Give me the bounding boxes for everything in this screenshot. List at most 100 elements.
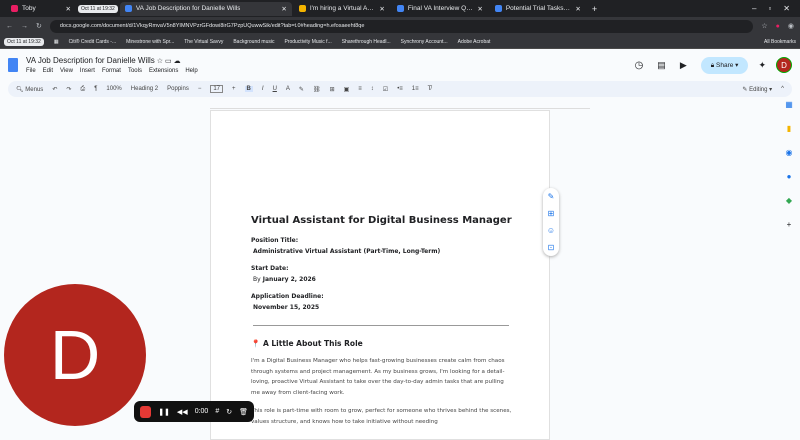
close-tab-icon[interactable]: ✕	[281, 5, 286, 13]
pause-icon[interactable]: ❚❚	[158, 408, 170, 416]
tab-interview-questions[interactable]: Final VA Interview Questions -✕	[392, 2, 488, 16]
image-icon[interactable]: ▣	[344, 86, 350, 93]
extensions-icon[interactable]: ●	[776, 23, 780, 30]
grid-icon[interactable]: #	[215, 408, 219, 415]
suggest-edits-icon[interactable]: ⊡	[548, 243, 555, 252]
font-select[interactable]: Poppins	[167, 86, 189, 92]
add-addon-icon[interactable]: +	[787, 220, 792, 229]
line-spacing-icon[interactable]: ↕	[371, 86, 374, 92]
text-color-icon[interactable]: A	[286, 86, 290, 92]
delete-icon[interactable]: 🗑︎	[239, 408, 248, 416]
share-button[interactable]: 🔒︎ Share ▾	[700, 56, 749, 74]
calendar-icon[interactable]: ▦	[785, 100, 793, 109]
editing-mode-label: Editing	[749, 86, 768, 93]
close-tab-icon[interactable]: ✕	[477, 5, 482, 13]
address-bar: ← → ↻ docs.google.com/document/d/1VkqyRmva…	[0, 17, 800, 35]
decrease-font-icon[interactable]: −	[198, 86, 202, 92]
restart-icon[interactable]: ↻	[226, 408, 232, 416]
menu-help[interactable]: Help	[185, 68, 197, 74]
menu-tools[interactable]: Tools	[128, 68, 142, 74]
tab-hiring-va[interactable]: I'm hiring a Virtual Assistant✕	[294, 2, 390, 16]
close-tab-icon[interactable]: ✕	[575, 5, 580, 13]
tab-toby[interactable]: Toby ✕	[6, 2, 76, 16]
increase-font-icon[interactable]: +	[232, 86, 236, 92]
back-icon[interactable]: ←	[6, 23, 13, 30]
move-folder-icon[interactable]: ▭	[165, 58, 172, 65]
document-page[interactable]: Virtual Assistant for Digital Business M…	[210, 110, 550, 440]
ruler[interactable]	[210, 99, 590, 109]
comments-icon[interactable]: ▤	[657, 60, 666, 71]
link-icon[interactable]: ⛓	[313, 86, 321, 93]
bookmark-item[interactable]: Minestrone with Spr...	[126, 39, 174, 45]
rewind-icon[interactable]: ◀◀	[177, 408, 188, 416]
italic-icon[interactable]: I	[262, 86, 264, 92]
menus-search[interactable]: 🔍︎ Menus	[16, 86, 43, 93]
add-comment-icon[interactable]: ⊞	[548, 209, 555, 218]
print-icon[interactable]: ⎙	[80, 86, 85, 93]
menu-view[interactable]: View	[60, 68, 73, 74]
numbered-list-icon[interactable]: 1≡	[412, 86, 419, 92]
url-input[interactable]: docs.google.com/document/d/1VkqyRmvaV5n8…	[49, 19, 754, 33]
menu-insert[interactable]: Insert	[80, 68, 95, 74]
apps-icon[interactable]: ▦	[54, 39, 59, 45]
clear-format-icon[interactable]: T̸	[428, 86, 432, 92]
paint-format-icon[interactable]: ¶	[94, 86, 97, 92]
docs-logo-icon[interactable]	[8, 58, 18, 72]
align-icon[interactable]: ≡	[358, 86, 362, 92]
bookmark-item[interactable]: Sharethrough Headl...	[342, 39, 391, 45]
keep-icon[interactable]: ▮	[787, 124, 791, 133]
gemini-icon[interactable]: ✦	[758, 60, 766, 71]
close-tab-icon[interactable]: ✕	[66, 5, 71, 13]
new-tab-button[interactable]: +	[588, 4, 601, 14]
tasks-icon[interactable]: ◉	[786, 148, 793, 157]
tab-label: I'm hiring a Virtual Assistant	[309, 5, 376, 12]
redo-icon[interactable]: ↷	[66, 86, 71, 93]
section-title: A Little About This Role	[262, 339, 363, 348]
bookmark-item[interactable]: Background music	[233, 39, 274, 45]
meet-icon[interactable]: ▶	[680, 60, 687, 71]
menu-extensions[interactable]: Extensions	[149, 68, 178, 74]
restore-icon[interactable]: ▫	[768, 4, 771, 13]
bookmark-item[interactable]: Adobe Acrobat	[458, 39, 491, 45]
star-icon[interactable]: ☆	[157, 58, 163, 65]
bookmark-item[interactable]: Synchrony Account...	[401, 39, 448, 45]
version-history-icon[interactable]: ◷	[635, 60, 644, 71]
underline-icon[interactable]: U	[273, 86, 277, 92]
comment-icon[interactable]: ⊞	[330, 86, 335, 93]
all-bookmarks[interactable]: All Bookmarks	[764, 39, 796, 45]
start-date-prefix: By	[253, 276, 261, 283]
undo-icon[interactable]: ↶	[52, 86, 57, 93]
minimize-icon[interactable]: –	[752, 4, 756, 13]
editing-mode-select[interactable]: ✎ Editing ▾	[742, 86, 772, 93]
forward-icon[interactable]: →	[21, 23, 28, 30]
tab-trial-tasks[interactable]: Potential Trial Tasks for VA Pos✕	[490, 2, 586, 16]
bookmark-star-icon[interactable]: ☆	[761, 22, 767, 30]
bookmark-item[interactable]: Citi® Credit Cards -...	[69, 39, 117, 45]
maps-icon[interactable]: ◆	[786, 196, 792, 205]
stop-recording-button[interactable]	[140, 405, 152, 418]
checklist-icon[interactable]: ☑	[383, 86, 388, 93]
zoom-select[interactable]: 100%	[106, 86, 121, 92]
edit-icon[interactable]: ✎	[548, 192, 555, 201]
menu-file[interactable]: File	[26, 68, 36, 74]
close-tab-icon[interactable]: ✕	[379, 5, 384, 13]
menu-edit[interactable]: Edit	[43, 68, 53, 74]
close-window-icon[interactable]: ✕	[783, 4, 790, 13]
bold-icon[interactable]: B	[244, 86, 253, 92]
style-select[interactable]: Heading 2	[131, 86, 158, 92]
tab-va-job-description[interactable]: VA Job Description for Danielle Wills ✕	[119, 1, 292, 16]
share-label: Share	[716, 61, 734, 69]
account-avatar[interactable]: D	[776, 57, 792, 73]
document-title[interactable]: VA Job Description for Danielle Wills	[26, 56, 155, 65]
bullet-list-icon[interactable]: •≡	[397, 86, 403, 92]
reload-icon[interactable]: ↻	[36, 22, 42, 30]
font-size-input[interactable]: 17	[210, 85, 224, 93]
highlight-icon[interactable]: ✎	[299, 86, 304, 93]
bookmark-item[interactable]: Productivity Music f...	[284, 39, 331, 45]
bookmark-item[interactable]: The Virtual Savvy	[184, 39, 223, 45]
profile-icon[interactable]: ◉	[788, 22, 794, 30]
emoji-icon[interactable]: ☺	[547, 226, 555, 235]
collapse-toolbar-icon[interactable]: ^	[781, 86, 784, 92]
menu-format[interactable]: Format	[102, 68, 121, 74]
contacts-icon[interactable]: ●	[787, 172, 792, 181]
